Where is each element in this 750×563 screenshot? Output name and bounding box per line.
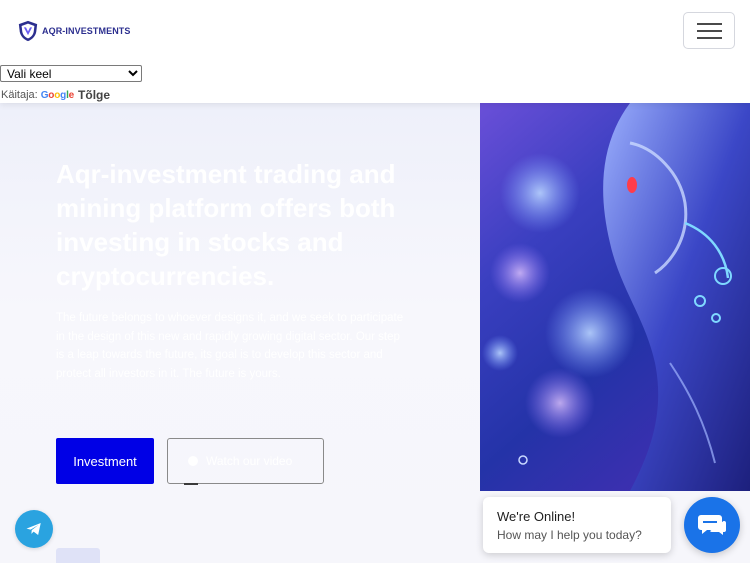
chat-greeting-bubble[interactable]: We're Online! How may I help you today? bbox=[483, 497, 671, 553]
hero-section: Aqr-investment trading and mining platfo… bbox=[0, 103, 750, 563]
watch-video-button[interactable]: Watch our video bbox=[167, 438, 324, 484]
brand-logo[interactable]: AQR-INVESTMENTS bbox=[17, 20, 131, 42]
chat-bubble-icon bbox=[698, 515, 726, 535]
logo-text: AQR-INVESTMENTS bbox=[42, 26, 131, 36]
chat-launcher-button[interactable] bbox=[684, 497, 740, 553]
powered-by-label: Käitaja: bbox=[1, 89, 38, 101]
robot-ai-illustration bbox=[480, 103, 750, 491]
play-icon bbox=[188, 456, 198, 466]
language-select[interactable]: Vali keel bbox=[0, 65, 142, 82]
google-translate-credit: Käitaja: Google Tõlge bbox=[1, 88, 110, 102]
google-logo: Google bbox=[40, 89, 75, 101]
chat-subtitle: How may I help you today? bbox=[497, 528, 642, 542]
telegram-icon bbox=[26, 523, 41, 535]
menu-toggle-button[interactable] bbox=[683, 12, 735, 49]
hamburger-menu-icon bbox=[697, 23, 722, 25]
shield-logo-icon bbox=[18, 20, 38, 42]
video-button-underline bbox=[184, 483, 198, 485]
hero-title: Aqr-investment trading and mining platfo… bbox=[56, 159, 396, 291]
watch-video-label: Watch our video bbox=[206, 454, 293, 468]
feature-icon-box bbox=[56, 548, 100, 563]
translate-link[interactable]: Tõlge bbox=[78, 88, 110, 102]
chat-title: We're Online! bbox=[497, 509, 576, 524]
investment-button[interactable]: Investment bbox=[56, 438, 154, 484]
top-navbar: AQR-INVESTMENTS Vali keel Käitaja: Googl… bbox=[0, 0, 750, 103]
telegram-button[interactable] bbox=[15, 510, 53, 548]
hero-description: The future belongs to whoever designs it… bbox=[56, 312, 404, 380]
